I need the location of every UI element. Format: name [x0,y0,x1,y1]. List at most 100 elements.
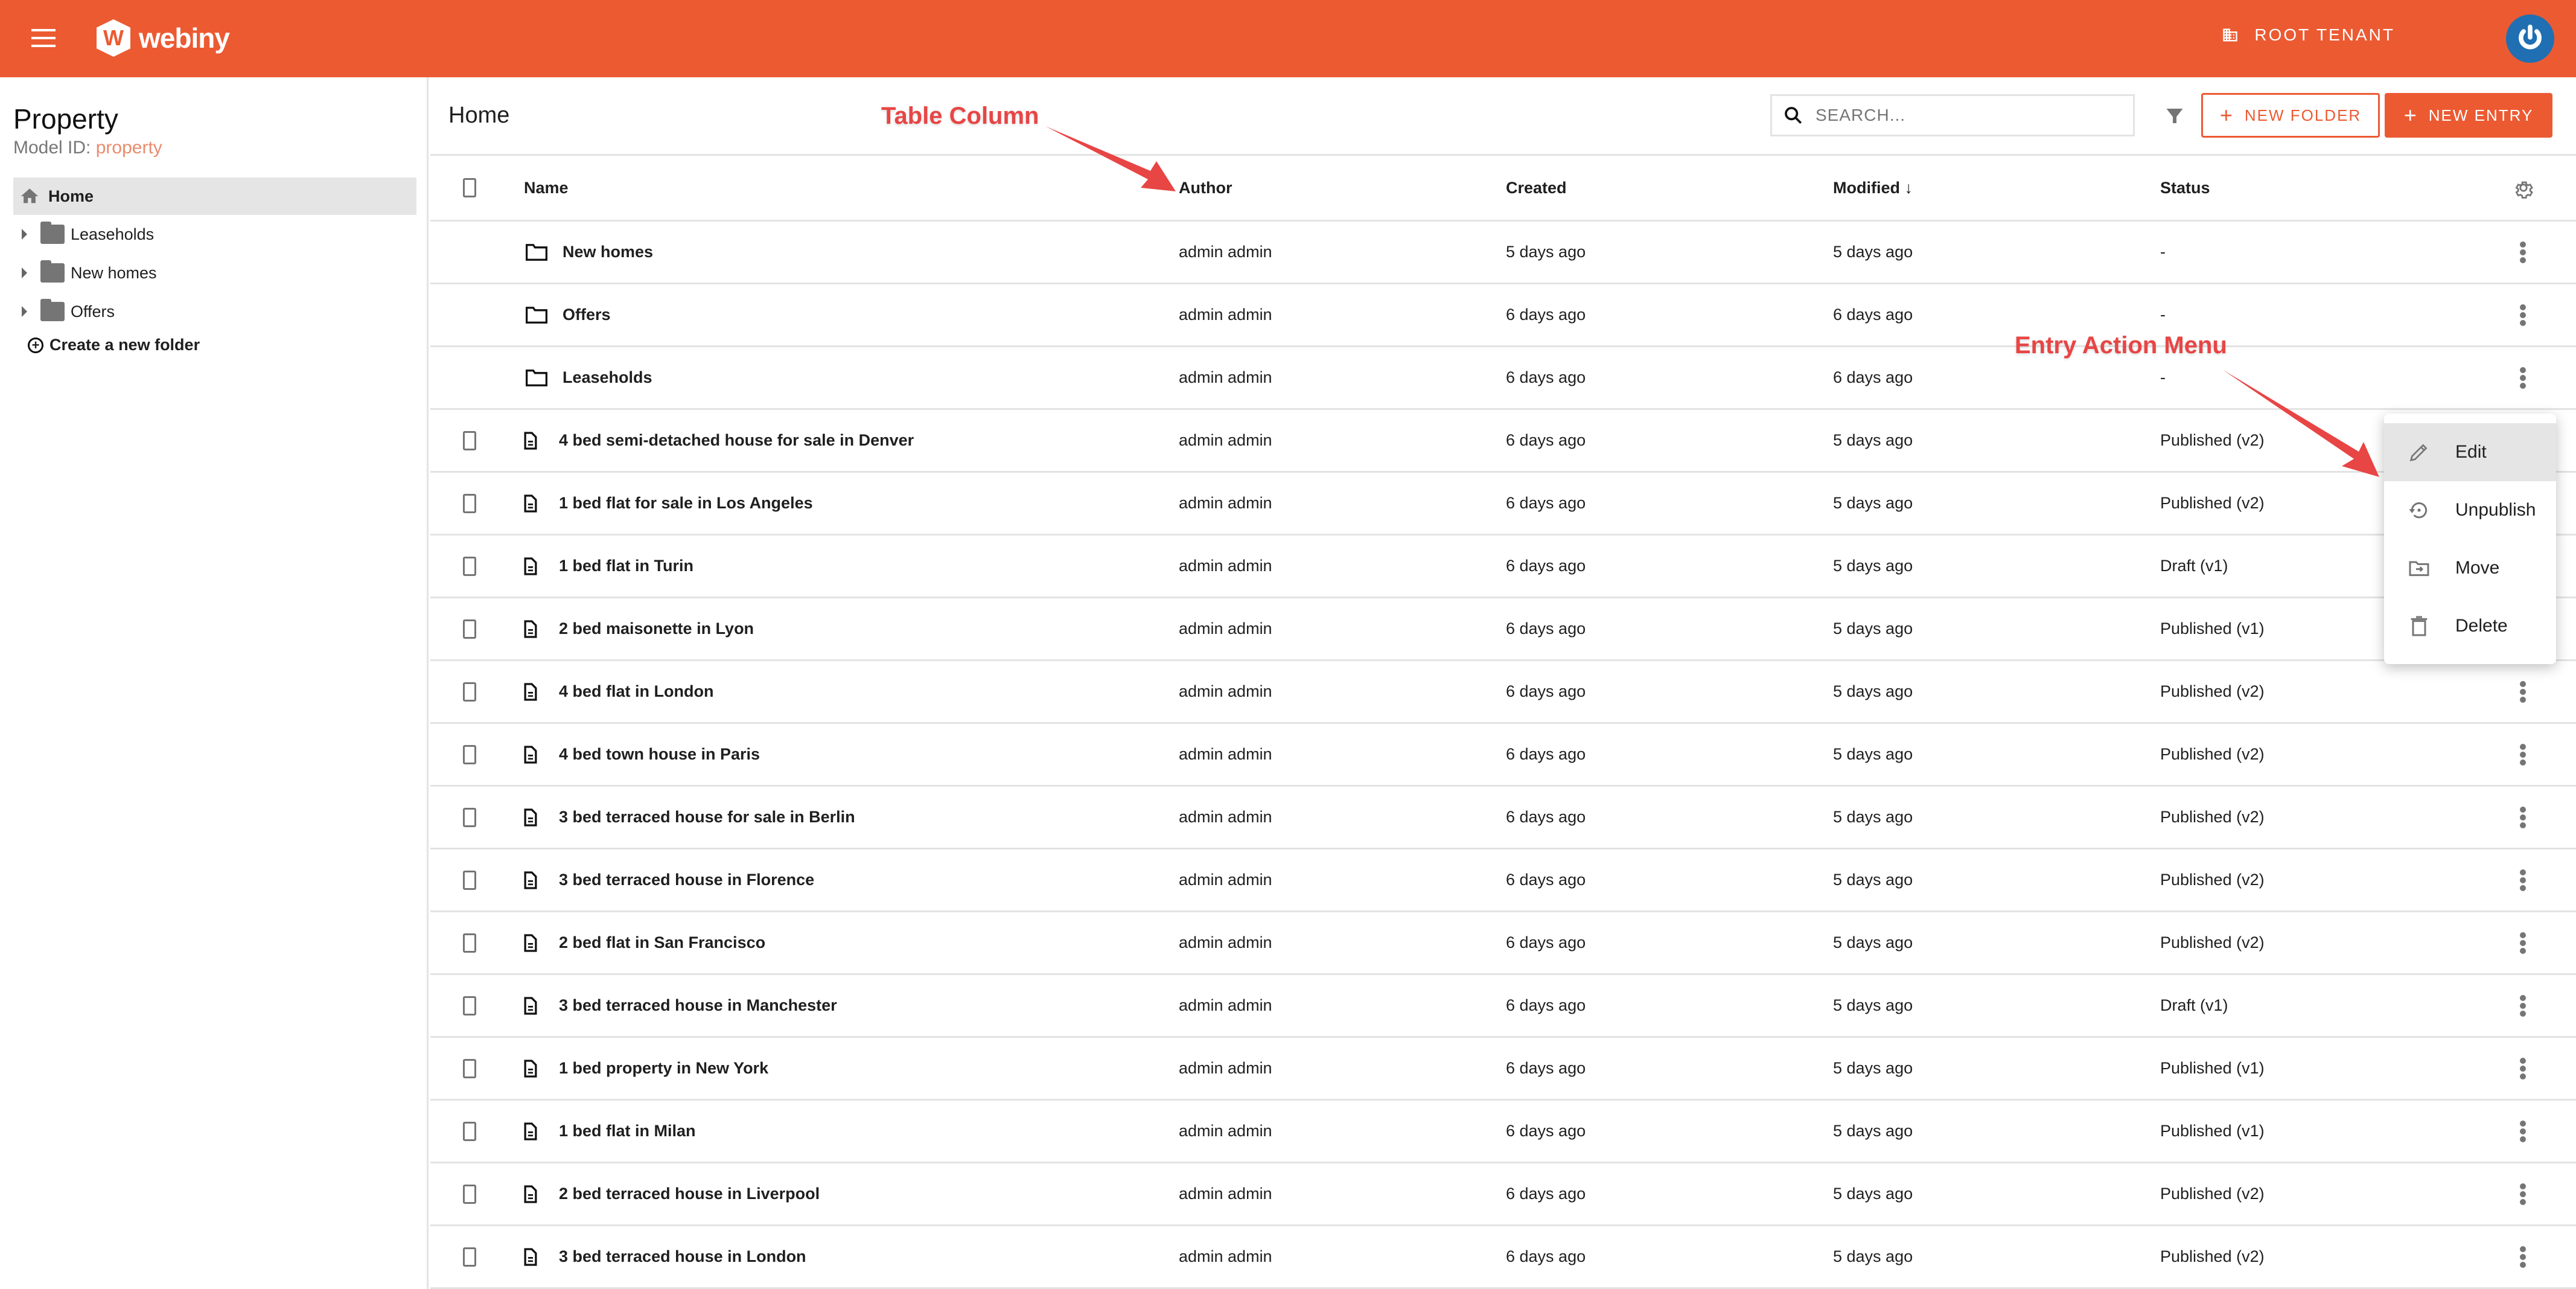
create-folder-label: Create a new folder [49,336,200,354]
row-checkbox[interactable] [463,493,476,513]
column-header-modified[interactable]: Modified ↓ [1833,179,1913,197]
cell-name[interactable]: 4 bed semi-detached house for sale in De… [524,431,914,450]
cell-name[interactable]: 1 bed flat in Milan [524,1122,696,1140]
cell-name[interactable]: 1 bed flat in Turin [524,557,693,575]
entry-row[interactable]: 4 bed flat in London admin admin 6 days ag… [430,661,2576,724]
row-checkbox[interactable] [463,996,476,1016]
row-name: 1 bed flat for sale in Los Angeles [559,494,813,512]
entry-row[interactable]: 3 bed terraced house in Florence admin ad… [430,849,2576,912]
cell-name[interactable]: 3 bed terraced house in Manchester [524,996,837,1015]
cell-name[interactable]: 4 bed town house in Paris [524,745,760,764]
cell-name[interactable]: Offers [524,305,611,324]
webiny-logo[interactable]: W webiny [97,19,230,57]
cell-name[interactable]: 3 bed terraced house in London [524,1247,806,1266]
folder-row[interactable]: New homes admin admin 5 days ago 5 days ago… [430,222,2576,284]
cell-name[interactable]: 2 bed maisonette in Lyon [524,619,754,638]
cell-name[interactable]: 4 bed flat in London [524,682,713,701]
cell-name[interactable]: 2 bed flat in San Francisco [524,933,765,952]
more-actions-icon[interactable] [2519,743,2527,766]
entry-row[interactable]: 4 bed town house in Paris admin admin 6 da… [430,724,2576,787]
row-checkbox[interactable] [463,556,476,576]
row-checkbox[interactable] [463,933,476,953]
sidebar-item-offers[interactable]: Offers [22,296,115,327]
entry-row[interactable]: 2 bed flat in San Francisco admin admin 6 … [430,912,2576,975]
entry-row[interactable]: 3 bed terraced house in London admin admi… [430,1226,2576,1289]
menu-item-move[interactable]: Move [2384,539,2556,597]
expand-caret-icon[interactable] [22,229,27,240]
more-actions-icon[interactable] [2519,994,2527,1017]
create-folder-button[interactable]: + Create a new folder [28,336,200,354]
add-circle-icon: + [28,337,43,353]
sidebar-item-new-homes[interactable]: New homes [22,258,157,288]
cell-modified: 5 days ago [1833,243,1913,261]
tenant-selector[interactable]: ROOT TENANT [2222,25,2395,45]
cell-status: Published (v2) [2160,745,2265,763]
row-checkbox[interactable] [463,744,476,764]
column-header-author[interactable]: Author [1179,179,1232,197]
cell-status: Published (v2) [2160,494,2265,512]
entry-row[interactable]: 3 bed terraced house for sale in Berlin a… [430,787,2576,849]
folder-row[interactable]: Offers admin admin 6 days ago 6 days ago - [430,284,2576,347]
expand-caret-icon[interactable] [22,306,27,317]
cell-created: 6 days ago [1506,305,1586,324]
row-checkbox[interactable] [463,430,476,450]
more-actions-icon[interactable] [2519,1183,2527,1205]
more-actions-icon[interactable] [2519,932,2527,954]
menu-item-delete[interactable]: Delete [2384,597,2556,655]
entry-row[interactable]: 3 bed terraced house in Manchester admin … [430,975,2576,1038]
filter-icon[interactable] [2164,104,2185,128]
column-header-created[interactable]: Created [1506,179,1567,197]
entry-row[interactable]: 2 bed terraced house in Liverpool admin a… [430,1163,2576,1226]
search-input[interactable] [1816,106,2105,125]
folder-outline-icon [526,369,547,386]
cell-created: 6 days ago [1506,368,1586,386]
more-actions-icon[interactable] [2519,680,2527,703]
entry-row[interactable]: 2 bed maisonette in Lyon admin admin 6 day… [430,598,2576,661]
entry-row[interactable]: 1 bed property in New York admin admin 6 d… [430,1038,2576,1101]
sidebar-item-leaseholds[interactable]: Leaseholds [22,219,154,249]
menu-item-edit[interactable]: Edit [2384,423,2556,481]
row-checkbox[interactable] [463,1058,476,1078]
expand-caret-icon[interactable] [22,267,27,278]
menu-item-unpublish[interactable]: Unpublish [2384,481,2556,539]
more-actions-icon[interactable] [2519,1057,2527,1079]
row-checkbox[interactable] [463,682,476,702]
search-box[interactable] [1770,94,2135,136]
row-checkbox[interactable] [463,870,476,890]
column-header-name[interactable]: Name [524,179,569,197]
entry-row[interactable]: 1 bed flat for sale in Los Angeles admin … [430,473,2576,536]
new-entry-button[interactable]: + NEW ENTRY [2385,93,2552,138]
more-actions-icon[interactable] [2519,366,2527,389]
row-checkbox[interactable] [463,807,476,827]
cell-name[interactable]: 1 bed flat for sale in Los Angeles [524,494,813,513]
folder-outline-icon [526,306,547,324]
new-folder-button[interactable]: + NEW FOLDER [2201,93,2380,138]
row-checkbox[interactable] [463,1121,476,1141]
row-checkbox[interactable] [463,619,476,639]
more-actions-icon[interactable] [2519,241,2527,263]
more-actions-icon[interactable] [2519,806,2527,828]
cell-name[interactable]: New homes [524,243,653,261]
more-actions-icon[interactable] [2519,1246,2527,1268]
document-icon [524,557,537,575]
cell-name[interactable]: 2 bed terraced house in Liverpool [524,1185,820,1203]
entry-row[interactable]: 1 bed flat in Milan admin admin 6 days ago… [430,1101,2576,1163]
more-actions-icon[interactable] [2519,304,2527,326]
cell-name[interactable]: 3 bed terraced house for sale in Berlin [524,808,855,827]
row-checkbox[interactable] [463,1247,476,1267]
sidebar-item-home[interactable]: Home [13,178,416,215]
entry-row[interactable]: 1 bed flat in Turin admin admin 6 days ago… [430,536,2576,598]
select-all-checkbox[interactable] [463,178,476,197]
cell-name[interactable]: Leaseholds [524,368,652,387]
row-checkbox[interactable] [463,1184,476,1204]
more-actions-icon[interactable] [2519,1120,2527,1142]
cell-name[interactable]: 1 bed property in New York [524,1059,768,1078]
gear-icon[interactable] [2513,177,2534,199]
user-avatar[interactable] [2506,14,2554,63]
cell-modified: 5 days ago [1833,1122,1913,1140]
hamburger-menu-icon[interactable] [31,29,56,48]
cell-modified: 5 days ago [1833,431,1913,449]
column-header-status[interactable]: Status [2160,179,2210,197]
more-actions-icon[interactable] [2519,869,2527,891]
cell-name[interactable]: 3 bed terraced house in Florence [524,871,814,889]
